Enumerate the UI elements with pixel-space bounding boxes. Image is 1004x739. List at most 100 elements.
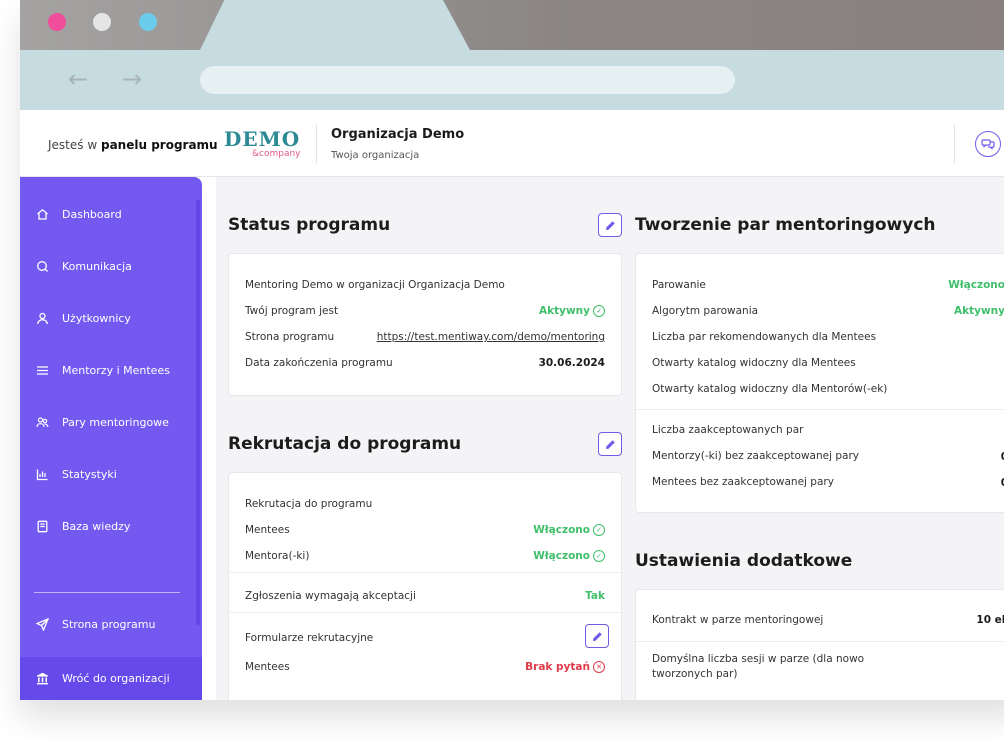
recruitment-acceptance-value: Tak <box>585 590 605 602</box>
arrow-right-icon[interactable]: → <box>122 67 142 91</box>
pairing-row: Mentorzy(-ki) bez zaakceptowanej pary 0 <box>652 449 1004 463</box>
pairing-row-label: Mentorzy(-ki) bez zaakceptowanej pary <box>652 450 859 462</box>
recruitment-acceptance-row: Zgłoszenia wymagają akceptacji Tak <box>245 590 605 602</box>
pairing-row-value: Włączono ✓ <box>948 279 1004 291</box>
organization-subtitle: Twoja organizacja <box>331 150 420 161</box>
sidebar: Dashboard Komunikacja Użytkownicy Mentor… <box>20 177 202 700</box>
browser-tab[interactable] <box>200 0 470 50</box>
recruitment-forms-row: Formularze rekrutacyjne <box>245 632 605 644</box>
status-program-label: Twój program jest <box>245 305 339 317</box>
sidebar-item-program-page[interactable]: Strona programu <box>20 606 202 642</box>
address-bar[interactable] <box>200 66 735 94</box>
pencil-icon <box>605 439 615 449</box>
status-end-value: 30.06.2024 <box>538 357 605 369</box>
bank-icon <box>35 672 49 686</box>
status-section-title: Status programu <box>228 215 391 235</box>
send-icon <box>35 617 49 631</box>
status-end-row: Data zakończenia programu 30.06.2024 <box>245 357 605 369</box>
recruitment-forms-mentees-text: Brak pytań <box>525 661 590 673</box>
status-program-value: Aktywny ✓ <box>539 305 605 317</box>
logo-main-text: DEMO <box>224 127 301 151</box>
pairing-row-value: Aktywny ✓ <box>954 305 1004 317</box>
contract-row: Kontrakt w parze mentoringowej 10 elen <box>652 614 1004 626</box>
logo-sub-text: &company <box>252 149 301 159</box>
sidebar-item-label: Pary mentoringowe <box>62 415 169 429</box>
panel-name: panelu programu <box>100 138 218 152</box>
sidebar-item-pairs[interactable]: Pary mentoringowe <box>20 404 202 440</box>
divider <box>636 641 1004 642</box>
main-content: Status programu Mentoring Demo w organiz… <box>216 177 1004 700</box>
recruitment-mentors-text: Włączono <box>533 550 590 562</box>
pairing-row-text: Aktywny <box>954 305 1004 317</box>
sidebar-item-users[interactable]: Użytkownicy <box>20 300 202 336</box>
pairing-row: Liczba zaakceptowanych par <box>652 423 1004 437</box>
panel-context: Jesteś w panelu programu <box>48 138 218 152</box>
messages-button[interactable] <box>975 131 1001 157</box>
status-page-label: Strona programu <box>245 331 335 343</box>
divider <box>636 409 1004 410</box>
maximize-window-button[interactable] <box>139 13 157 31</box>
status-intro-row: Mentoring Demo w organizacji Organizacja… <box>245 279 605 291</box>
sidebar-item-label: Użytkownicy <box>62 311 131 325</box>
chat-icon <box>35 259 49 273</box>
sidebar-item-knowledge-base[interactable]: Baza wiedzy <box>20 508 202 544</box>
check-circle-icon: ✓ <box>593 550 605 562</box>
sidebar-item-label: Komunikacja <box>62 259 132 273</box>
minimize-window-button[interactable] <box>93 13 111 31</box>
sessions-row: Domyślna liczba sesji w parze (dla nowo … <box>652 652 926 682</box>
sidebar-item-mentors-mentees[interactable]: Mentorzy i Mentees <box>20 352 202 388</box>
status-program-text: Aktywny <box>539 305 590 317</box>
sidebar-item-dashboard[interactable]: Dashboard <box>20 196 202 232</box>
list-icon <box>35 363 49 377</box>
edit-recruitment-button[interactable] <box>598 432 622 456</box>
pairing-row-label: Mentees bez zaakceptowanej pary <box>652 476 834 488</box>
browser-toolbar: ← → <box>20 50 1004 110</box>
edit-forms-button[interactable] <box>585 624 609 648</box>
sidebar-item-communication[interactable]: Komunikacja <box>20 248 202 284</box>
pairing-row-label: Otwarty katalog widoczny dla Mentorów(-e… <box>652 383 888 395</box>
recruitment-forms-mentees-label: Mentees <box>245 661 290 673</box>
recruitment-forms-label: Formularze rekrutacyjne <box>245 632 374 644</box>
recruitment-forms-mentees-value: Brak pytań ✕ <box>525 661 605 673</box>
recruitment-mentors-value: Włączono ✓ <box>533 550 605 562</box>
recruitment-mentors-row: Mentora(-ki) Włączono ✓ <box>245 550 605 562</box>
home-icon <box>35 207 49 221</box>
close-window-button[interactable] <box>48 13 66 31</box>
status-end-label: Data zakończenia programu <box>245 357 393 369</box>
sidebar-item-label: Baza wiedzy <box>62 519 131 533</box>
browser-window: ← → Jesteś w panelu programu DEMO &compa… <box>20 0 1004 700</box>
status-page-row: Strona programu https://test.mentiway.co… <box>245 331 605 343</box>
recruitment-card: Rekrutacja do programu Mentees Włączono … <box>228 472 622 700</box>
pairing-row-label: Algorytm parowania <box>652 305 759 317</box>
x-circle-icon: ✕ <box>593 661 605 673</box>
sidebar-item-label: Wróć do organizacji <box>62 672 170 685</box>
pairing-row: Otwarty katalog widoczny dla Mentorów(-e… <box>652 383 1004 395</box>
recruitment-acceptance-label: Zgłoszenia wymagają akceptacji <box>245 590 416 602</box>
book-icon <box>35 519 49 533</box>
pairing-row-label: Parowanie <box>652 279 706 291</box>
program-page-link[interactable]: https://test.mentiway.com/demo/mentoring <box>377 331 605 343</box>
pairing-card: Parowanie Włączono ✓ Algorytm parowania … <box>635 253 1004 513</box>
pairing-row-label: Liczba par rekomendowanych dla Mentees <box>652 331 877 343</box>
edit-status-button[interactable] <box>598 213 622 237</box>
pairing-row: Parowanie Włączono ✓ <box>652 279 1004 291</box>
pairing-row: Mentees bez zaakceptowanej pary 0 <box>652 475 1004 489</box>
sidebar-item-statistics[interactable]: Statystyki <box>20 456 202 492</box>
sidebar-item-back-to-organization[interactable]: Wróć do organizacji <box>20 657 202 700</box>
contract-label: Kontrakt w parze mentoringowej <box>652 614 824 626</box>
recruitment-mentees-label: Mentees <box>245 524 290 536</box>
status-card: Mentoring Demo w organizacji Organizacja… <box>228 253 622 396</box>
pairing-section-title: Tworzenie par mentoringowych <box>635 215 936 235</box>
arrow-left-icon[interactable]: ← <box>68 67 88 91</box>
sidebar-item-label: Dashboard <box>62 207 122 221</box>
recruitment-section-row: Rekrutacja do programu <box>245 498 605 510</box>
pairing-row: Liczba par rekomendowanych dla Mentees <box>652 331 1004 343</box>
sidebar-item-label: Strona programu <box>62 617 156 631</box>
organization-name: Organizacja Demo <box>331 127 465 142</box>
recruitment-section-label: Rekrutacja do programu <box>245 498 373 510</box>
pair-icon <box>35 415 49 429</box>
recruitment-section-title: Rekrutacja do programu <box>228 434 462 454</box>
pairing-row: Algorytm parowania Aktywny ✓ <box>652 305 1004 317</box>
divider <box>229 612 621 613</box>
contract-value: 10 elen <box>976 614 1004 626</box>
